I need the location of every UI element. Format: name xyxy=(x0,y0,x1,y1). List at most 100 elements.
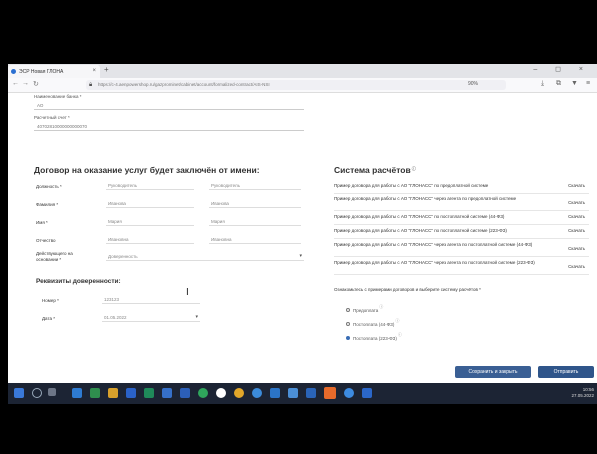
windows-start-icon[interactable] xyxy=(14,388,24,398)
patronymic-label: Отчество xyxy=(36,238,56,243)
download-link[interactable]: Скачать xyxy=(568,228,585,234)
system-section-title-text: Система расчётов xyxy=(334,165,411,175)
app-icon[interactable] xyxy=(252,388,262,398)
firstname-input[interactable]: Мария xyxy=(106,217,194,226)
radio-label: Предоплата xyxy=(353,307,379,313)
basis-select-value: Доверенность xyxy=(108,254,138,259)
contract-example-row: Пример договора для работы с АО "ГЛОНАСС… xyxy=(334,228,589,239)
app-icon[interactable] xyxy=(288,388,298,398)
contract-example-title: Пример договора для работы с АО "ГЛОНАСС… xyxy=(334,183,489,188)
radio-label: Постоплата (223-ФЗ) xyxy=(353,335,397,341)
lastname-input[interactable]: Иванова xyxy=(106,199,194,208)
chevron-down-icon: ▾ xyxy=(299,253,302,259)
task-view-icon[interactable] xyxy=(48,388,56,396)
reload-icon[interactable]: ↻ xyxy=(33,80,39,88)
lastname-label: Фамилия * xyxy=(36,202,59,207)
url-text: https://c-4.aenpowershop.ru/gazprominet/… xyxy=(98,82,270,87)
download-link[interactable]: Скачать xyxy=(568,200,585,206)
clock-date: 27.05.2022 xyxy=(571,393,594,398)
system-clock[interactable]: 10:56 27.05.2022 xyxy=(571,387,594,399)
calendar-icon[interactable]: ▾ xyxy=(195,313,198,322)
browser-nav-bar: ← → ↻ 🔒︎ https://c-4.aenpowershop.ru/gaz… xyxy=(8,78,597,93)
app-icon[interactable] xyxy=(270,388,280,398)
position-label: Должность * xyxy=(36,184,62,189)
save-close-button[interactable]: Сохранить и закрыть xyxy=(455,366,531,378)
app-icon[interactable] xyxy=(216,388,226,398)
app-icon[interactable] xyxy=(234,388,244,398)
contract-example-title: Пример договора для работы с АО "ГЛОНАСС… xyxy=(334,228,507,233)
app-icon[interactable] xyxy=(198,388,208,398)
browser-tab[interactable]: ЭСР Новая ГЛОНА × xyxy=(8,65,100,78)
page-content: Наименование банка * АО Расчетный счет *… xyxy=(8,93,597,387)
back-icon[interactable]: ← xyxy=(12,80,19,87)
position-genitive-input[interactable]: Руководитель xyxy=(209,181,301,190)
download-link[interactable]: Скачать xyxy=(568,264,585,270)
download-link[interactable]: Скачать xyxy=(568,214,585,220)
folder-icon[interactable] xyxy=(108,388,118,398)
windows-taskbar: 10:56 27.05.2022 xyxy=(8,383,597,404)
app-icon[interactable] xyxy=(180,388,190,398)
tab-close-icon[interactable]: × xyxy=(92,68,96,74)
app-icon[interactable] xyxy=(306,388,316,398)
contract-example-title: Пример договора для работы с АО "ГЛОНАСС… xyxy=(334,260,535,265)
tab-title: ЭСР Новая ГЛОНА xyxy=(19,68,64,75)
extensions-icon[interactable]: ⧉ xyxy=(556,80,561,88)
patronymic-genitive-input[interactable]: Ивановна xyxy=(209,235,301,244)
menu-icon[interactable]: ≡ xyxy=(586,80,590,87)
firstname-label: Имя * xyxy=(36,220,48,225)
contract-example-title: Пример договора для работы с АО "ГЛОНАСС… xyxy=(334,242,533,247)
contract-example-row: Пример договора для работы с АО "ГЛОНАСС… xyxy=(334,214,589,225)
info-icon[interactable]: ⓘ xyxy=(379,304,383,310)
proxy-number-label: Номер * xyxy=(42,298,59,303)
info-icon[interactable]: ⓘ xyxy=(398,332,402,338)
info-icon[interactable]: ⓘ xyxy=(395,318,399,324)
search-icon[interactable] xyxy=(32,388,42,398)
app-icon[interactable] xyxy=(144,388,154,398)
choose-system-label: Ознакомьтесь с примерами договоров и выб… xyxy=(334,287,481,292)
proxy-date-label: Дата * xyxy=(42,316,55,321)
lock-icon: 🔒︎ xyxy=(89,82,93,88)
account-label: Расчетный счет * xyxy=(34,115,70,120)
basis-select[interactable]: Доверенность ▾ xyxy=(106,252,304,261)
radio-postpayment-44[interactable]: Постоплата (44-ФЗ) ⓘ xyxy=(346,318,399,327)
info-icon[interactable]: ⓘ xyxy=(412,166,416,171)
position-input[interactable]: Руководитель xyxy=(106,181,194,190)
app-icon[interactable] xyxy=(162,388,172,398)
app-icon[interactable] xyxy=(362,388,372,398)
radio-postpayment-223[interactable]: Постоплата (223-ФЗ) ⓘ xyxy=(346,332,402,341)
radio-button-checked[interactable] xyxy=(346,336,350,340)
contract-example-row: Пример договора для работы с АО "ГЛОНАСС… xyxy=(334,183,589,194)
download-link[interactable]: Скачать xyxy=(568,246,585,252)
lastname-genitive-input[interactable]: Иванова xyxy=(209,199,301,208)
zoom-level[interactable]: 90% xyxy=(468,81,478,87)
bank-input[interactable]: АО xyxy=(34,102,304,110)
radio-button[interactable] xyxy=(346,322,350,326)
new-tab-icon[interactable]: + xyxy=(104,65,109,74)
proxy-date-value: 01.05.2022 xyxy=(104,315,127,320)
contract-example-row: Пример договора для работы с АО "ГЛОНАСС… xyxy=(334,242,589,257)
send-button[interactable]: Отправить xyxy=(538,366,594,378)
downloads-icon[interactable]: ⤓ xyxy=(541,80,544,88)
firefox-icon[interactable] xyxy=(324,387,336,399)
app-icon[interactable] xyxy=(344,388,354,398)
app-icon[interactable] xyxy=(72,388,82,398)
url-bar[interactable]: 🔒︎ https://c-4.aenpowershop.ru/gazpromin… xyxy=(86,80,506,90)
system-section-title: Система расчётовⓘ xyxy=(334,165,416,175)
account-input[interactable]: 40702810000000000070 xyxy=(34,123,304,131)
proxy-date-input[interactable]: 01.05.2022 ▾ xyxy=(102,313,200,322)
contract-example-row: Пример договора для работы с АО "ГЛОНАСС… xyxy=(334,196,589,211)
patronymic-input[interactable]: Ивановна xyxy=(106,235,194,244)
download-link[interactable]: Скачать xyxy=(568,183,585,189)
app-icon[interactable] xyxy=(90,388,100,398)
app-icon[interactable] xyxy=(126,388,136,398)
pocket-icon[interactable]: ▼ xyxy=(571,80,578,87)
basis-label: Действующего на основании * xyxy=(36,251,73,262)
radio-label: Постоплата (44-ФЗ) xyxy=(353,321,395,327)
radio-prepayment[interactable]: Предоплата ⓘ xyxy=(346,304,383,313)
window-controls[interactable]: – ◻ × xyxy=(533,65,591,73)
radio-button[interactable] xyxy=(346,308,350,312)
contract-example-title: Пример договора для работы с АО "ГЛОНАСС… xyxy=(334,214,505,219)
firstname-genitive-input[interactable]: Мария xyxy=(209,217,301,226)
forward-icon[interactable]: → xyxy=(22,80,29,87)
contract-section-title: Договор на оказание услуг будет заключён… xyxy=(34,165,260,175)
